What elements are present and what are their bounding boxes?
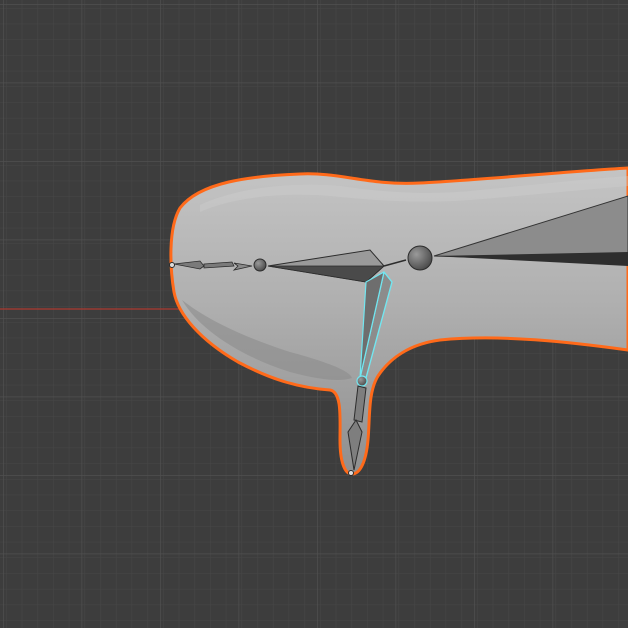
joint-3[interactable] bbox=[253, 258, 267, 272]
viewport-canvas[interactable] bbox=[0, 0, 628, 628]
joint-tip-left[interactable] bbox=[169, 262, 175, 268]
joint-thumb-tip[interactable] bbox=[348, 470, 354, 476]
joint-main[interactable] bbox=[407, 245, 433, 271]
joint-thumb[interactable] bbox=[356, 375, 368, 387]
3d-viewport[interactable] bbox=[0, 0, 628, 628]
